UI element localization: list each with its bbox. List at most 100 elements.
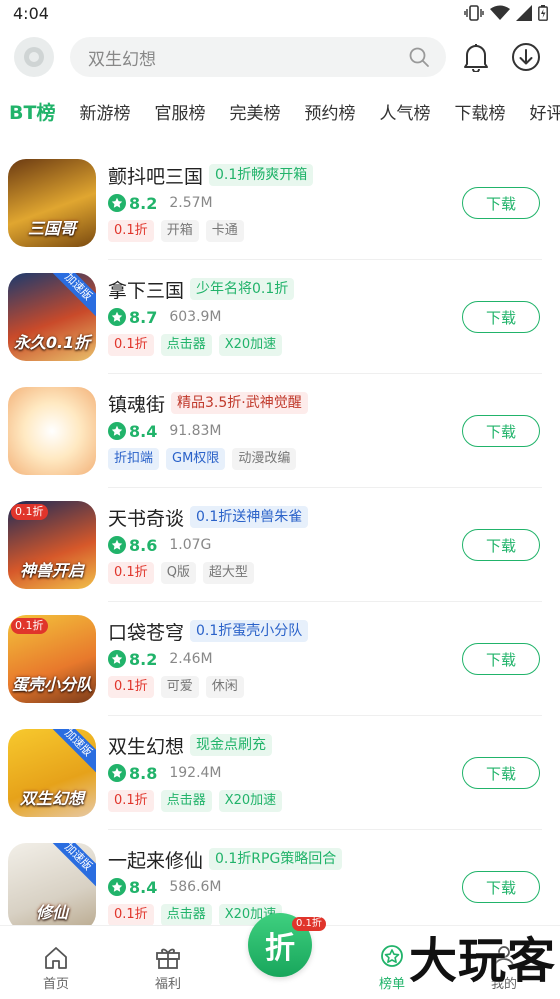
game-icon[interactable]: 加速版 双生幻想 — [8, 729, 96, 817]
nav-home[interactable]: 首页 — [0, 946, 112, 999]
avatar[interactable] — [14, 37, 54, 77]
game-name[interactable]: 拿下三国 — [108, 276, 184, 303]
download-button[interactable]: 下载 — [462, 529, 540, 561]
tab-popular[interactable]: 人气榜 — [379, 99, 430, 124]
game-row[interactable]: 加速版永久0.1折 拿下三国 少年名将0.1折 8.7 603.9M 0.1折点… — [0, 260, 560, 374]
status-icons — [464, 5, 548, 21]
game-tag: 0.1折 — [108, 904, 154, 926]
game-score: 8.2 — [129, 649, 158, 669]
star-icon — [108, 308, 126, 326]
download-button[interactable]: 下载 — [462, 643, 540, 675]
game-row[interactable]: 三国哥 颤抖吧三国 0.1折畅爽开箱 8.2 2.57M 0.1折 开箱 卡通 下载 — [0, 146, 560, 260]
game-tag: 0.1折 — [108, 562, 154, 584]
game-row[interactable]: 加速版 双生幻想 双生幻想 现金点刷充 8.8 192.4M 0.1折 点击器 X20… — [0, 716, 560, 830]
download-manager-button[interactable] — [506, 37, 546, 77]
notification-button[interactable] — [456, 37, 496, 77]
bottom-nav: 首页 福利 折 0.1折 榜单 我的 大玩客 — [0, 913, 560, 999]
game-tags: 0.1折 点击器 X20加速 — [108, 331, 462, 359]
game-list: 三国哥 颤抖吧三国 0.1折畅爽开箱 8.2 2.57M 0.1折 开箱 卡通 下载… — [0, 146, 560, 944]
avatar-icon — [24, 47, 44, 67]
nav-welfare[interactable]: 福利 — [112, 944, 224, 999]
game-tag: 卡通 — [205, 220, 244, 242]
icon-art-text: 蛋壳小分队 — [11, 675, 92, 694]
tab-reservation[interactable]: 预约榜 — [304, 99, 355, 124]
game-row[interactable]: 0.1折 神兽开启 天书奇谈 0.1折送神兽朱雀 8.6 1.07G 0.1折 Q版… — [0, 488, 560, 602]
game-row[interactable]: 镇魂街 精品3.5折·武神觉醒 8.4 91.83M 折扣端 GM权限 动漫改编 下… — [0, 374, 560, 488]
game-size: 586.6M — [169, 879, 222, 895]
game-size: 192.4M — [169, 765, 222, 781]
promo-label: 0.1折RPG策略回合 — [209, 848, 343, 870]
vibrate-icon — [464, 5, 484, 21]
game-score: 8.8 — [129, 763, 158, 783]
game-name[interactable]: 双生幻想 — [108, 732, 184, 759]
game-tag: 点击器 — [160, 904, 212, 926]
game-name[interactable]: 颤抖吧三国 — [108, 162, 203, 189]
game-info: 口袋苍穹 0.1折蛋壳小分队 8.2 2.46M 0.1折 可爱 休闲 — [108, 617, 462, 701]
game-tag: 折扣端 — [108, 448, 160, 470]
star-icon — [108, 536, 126, 554]
trophy-icon — [381, 945, 403, 967]
watermark-logo: 大玩客 — [408, 933, 556, 989]
icon-art-text: 修仙 — [35, 903, 68, 922]
game-tag: X20加速 — [218, 334, 283, 356]
game-info: 镇魂街 精品3.5折·武神觉醒 8.4 91.83M 折扣端 GM权限 动漫改编 — [108, 389, 462, 473]
promo-label: 现金点刷充 — [190, 734, 273, 756]
game-tags: 0.1折 点击器 X20加速 — [108, 787, 462, 815]
download-button[interactable]: 下载 — [462, 871, 540, 903]
game-score: 8.7 — [129, 307, 158, 327]
game-tag: GM权限 — [166, 448, 226, 470]
game-name[interactable]: 口袋苍穹 — [108, 618, 184, 645]
tab-official[interactable]: 官服榜 — [154, 99, 205, 124]
bell-icon — [464, 44, 488, 72]
nav-discount[interactable]: 折 0.1折 — [224, 913, 336, 999]
game-tag: Q版 — [160, 562, 196, 584]
game-name[interactable]: 天书奇谈 — [108, 504, 184, 531]
accelerated-ribbon: 加速版 — [44, 273, 96, 321]
promo-label: 0.1折送神兽朱雀 — [190, 506, 309, 528]
download-button[interactable]: 下载 — [462, 757, 540, 789]
promo-label: 0.1折蛋壳小分队 — [190, 620, 309, 642]
tab-perfect[interactable]: 完美榜 — [229, 99, 280, 124]
tab-bt[interactable]: BT榜 — [9, 98, 55, 136]
game-icon[interactable]: 0.1折蛋壳小分队 — [8, 615, 96, 703]
game-icon[interactable]: 加速版修仙 — [8, 843, 96, 931]
tab-top-rated[interactable]: 好评 — [529, 99, 560, 124]
star-icon — [108, 194, 126, 212]
download-button[interactable]: 下载 — [462, 415, 540, 447]
icon-art-text: 三国哥 — [27, 219, 76, 238]
nav-welfare-label: 福利 — [154, 977, 181, 992]
game-tag: 0.1折 — [108, 334, 154, 356]
game-size: 2.46M — [169, 651, 213, 667]
accelerated-ribbon: 加速版 — [44, 843, 96, 891]
download-button[interactable]: 下载 — [462, 187, 540, 219]
game-tag: 超大型 — [202, 562, 254, 584]
game-size: 91.83M — [169, 423, 222, 439]
discount-badge: 0.1折 — [11, 504, 48, 520]
tab-new-games[interactable]: 新游榜 — [79, 99, 130, 124]
game-tag: 动漫改编 — [232, 448, 297, 470]
download-button[interactable]: 下载 — [462, 301, 540, 333]
search-bar[interactable]: 双生幻想 — [70, 37, 446, 77]
download-circle-icon — [512, 43, 540, 71]
game-icon[interactable] — [8, 387, 96, 475]
game-score: 8.4 — [129, 877, 158, 897]
discount-badge: 0.1折 — [292, 917, 326, 931]
search-icon — [409, 47, 429, 67]
icon-art-text: 永久0.1折 — [13, 333, 91, 352]
game-icon[interactable]: 三国哥 — [8, 159, 96, 247]
game-info: 拿下三国 少年名将0.1折 8.7 603.9M 0.1折 点击器 X20加速 — [108, 275, 462, 359]
search-input[interactable]: 双生幻想 — [88, 45, 408, 70]
discount-badge: 0.1折 — [11, 618, 48, 634]
game-name[interactable]: 镇魂街 — [108, 390, 165, 417]
game-tag: 开箱 — [160, 220, 199, 242]
star-icon — [108, 764, 126, 782]
battery-icon — [538, 5, 548, 21]
star-icon — [108, 422, 126, 440]
game-icon[interactable]: 0.1折 神兽开启 — [8, 501, 96, 589]
game-row[interactable]: 0.1折蛋壳小分队 口袋苍穹 0.1折蛋壳小分队 8.2 2.46M 0.1折可… — [0, 602, 560, 716]
game-name[interactable]: 一起来修仙 — [108, 846, 203, 873]
tab-downloads[interactable]: 下载榜 — [454, 99, 505, 124]
game-icon[interactable]: 加速版永久0.1折 — [8, 273, 96, 361]
game-tags: 0.1折 开箱 卡通 — [108, 217, 462, 245]
game-tag: 0.1折 — [108, 790, 154, 812]
